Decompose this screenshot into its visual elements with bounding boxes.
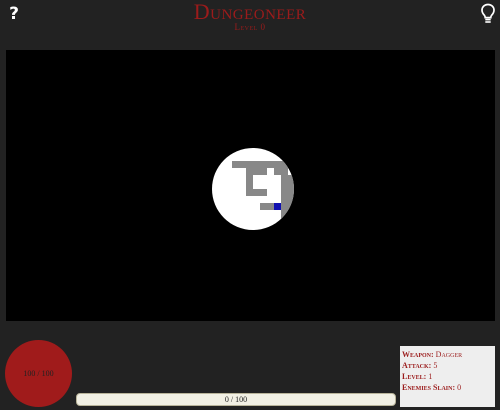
wall-tile (260, 203, 267, 210)
wall-tile (288, 210, 294, 217)
wall-tile (288, 217, 294, 224)
wall-tile (246, 189, 253, 196)
wall-tile (267, 203, 274, 210)
dungeon-map (212, 148, 302, 238)
attack-value: 5 (433, 361, 438, 370)
wall-tile (288, 182, 294, 189)
wall-tile (288, 175, 294, 182)
game-title: Dungeoneer (193, 0, 307, 24)
enemies-slain-label: Enemies Slain: (402, 383, 456, 392)
wall-tile (281, 182, 288, 189)
wall-tile (267, 161, 274, 168)
wall-tile (281, 217, 288, 224)
wall-tile (274, 161, 281, 168)
wall-tile (246, 168, 253, 175)
wall-tile (281, 203, 288, 210)
wall-tile (288, 196, 294, 203)
game-board[interactable] (6, 50, 495, 321)
wall-tile (274, 168, 281, 175)
wall-tile (253, 168, 260, 175)
wall-tile (288, 189, 294, 196)
player-marker (274, 203, 281, 210)
wall-tile (281, 161, 288, 168)
wall-tile (260, 161, 267, 168)
wall-tile (246, 182, 253, 189)
stats-panel: Weapon: Dagger Attack: 5 Level: 1 Enemie… (400, 346, 495, 407)
wall-tile (281, 196, 288, 203)
wall-tile (281, 189, 288, 196)
wall-tile (281, 210, 288, 217)
level-label: Level: (402, 372, 427, 381)
wall-tile (260, 189, 267, 196)
dungeon-level-label: Level 0 (234, 22, 266, 32)
health-orb: 100 / 100 (5, 340, 72, 407)
wall-tile (253, 189, 260, 196)
attack-label: Attack: (402, 361, 432, 370)
wall-tile (281, 168, 288, 175)
weapon-value: Dagger (435, 350, 463, 359)
level-stat: Level: 1 (402, 371, 493, 382)
experience-text: 0 / 100 (224, 395, 248, 404)
weapon-label: Weapon: (402, 350, 434, 359)
wall-tile (253, 161, 260, 168)
wall-tile (246, 161, 253, 168)
experience-bar: 0 / 100 (76, 393, 396, 406)
enemies-slain-stat: Enemies Slain: 0 (402, 382, 493, 393)
wall-tile (232, 161, 239, 168)
wall-tile (288, 203, 294, 210)
enemies-slain-value: 0 (457, 383, 462, 392)
level-value: 1 (428, 372, 433, 381)
weapon-stat: Weapon: Dagger (402, 349, 493, 360)
wall-tile (295, 217, 302, 224)
enemy-marker (260, 231, 267, 238)
wall-tile (260, 168, 267, 175)
wall-tile (281, 175, 288, 182)
wall-tile (239, 161, 246, 168)
attack-stat: Attack: 5 (402, 360, 493, 371)
wall-tile (246, 175, 253, 182)
